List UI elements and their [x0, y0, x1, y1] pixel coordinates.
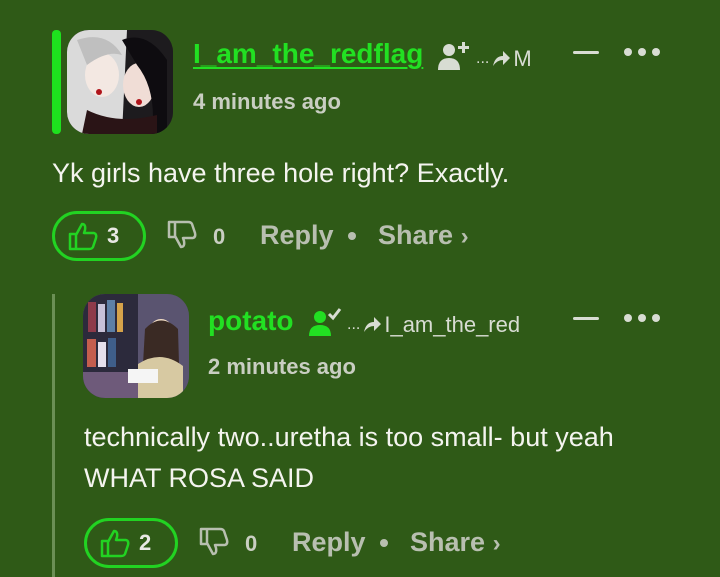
reply-button[interactable]: Reply — [292, 527, 366, 558]
thumbs-up-icon — [68, 222, 98, 251]
comment-author-username[interactable]: potato — [208, 305, 294, 337]
comment-timestamp: 4 minutes ago — [193, 89, 341, 114]
reply-to-username: I_am_the_red — [384, 312, 521, 337]
upvote-count: 2 — [139, 530, 152, 555]
upvote-button[interactable]: 3 — [52, 211, 146, 261]
comment-body-line: technically two..uretha is too small- bu… — [84, 422, 614, 452]
reply-to-prefix: ... — [347, 316, 361, 333]
comment-body: technically two..uretha is too small- bu… — [84, 417, 704, 499]
avatar[interactable] — [67, 30, 173, 134]
reply-to-indicator[interactable]: ... I_am_the_red — [347, 312, 520, 338]
reply-arrow-icon — [493, 51, 511, 66]
selected-comment-indicator — [52, 30, 61, 134]
downvote-count: 0 — [213, 224, 226, 249]
reply-to-indicator[interactable]: ... M — [476, 46, 532, 72]
reply-to-username: M — [513, 46, 532, 71]
downvote-button[interactable] — [198, 527, 230, 562]
upvote-count: 3 — [107, 223, 120, 248]
reply-button[interactable]: Reply — [260, 220, 334, 251]
share-chevron-icon: › — [460, 223, 469, 250]
thumbs-down-icon — [199, 527, 229, 556]
upvote-button[interactable]: 2 — [84, 518, 178, 568]
share-button[interactable]: Share › — [410, 527, 501, 558]
reply-to-prefix: ... — [476, 50, 490, 67]
separator-dot — [348, 232, 356, 240]
thumbs-up-icon — [100, 529, 130, 558]
thumbs-down-icon — [167, 220, 197, 249]
share-label: Share — [410, 527, 486, 557]
more-options-icon[interactable] — [624, 314, 660, 322]
share-chevron-icon: › — [492, 530, 501, 557]
separator-dot — [380, 539, 388, 547]
add-user-icon[interactable] — [437, 40, 471, 77]
collapse-icon[interactable] — [573, 51, 599, 54]
comment-body-line: WHAT ROSA SAID — [84, 463, 315, 493]
comment-timestamp: 2 minutes ago — [208, 354, 356, 379]
downvote-button[interactable] — [166, 220, 198, 255]
user-check-icon[interactable] — [308, 306, 342, 343]
thread-line — [52, 294, 55, 577]
more-options-icon[interactable] — [624, 48, 660, 56]
comment-body: Yk girls have three hole right? Exactly. — [52, 158, 510, 188]
share-label: Share — [378, 220, 454, 250]
avatar[interactable] — [83, 294, 189, 398]
share-button[interactable]: Share › — [378, 220, 469, 251]
downvote-count: 0 — [245, 531, 258, 556]
comment-author-username[interactable]: I_am_the_redflag — [193, 38, 423, 70]
reply-arrow-icon — [364, 317, 382, 332]
collapse-icon[interactable] — [573, 317, 599, 320]
